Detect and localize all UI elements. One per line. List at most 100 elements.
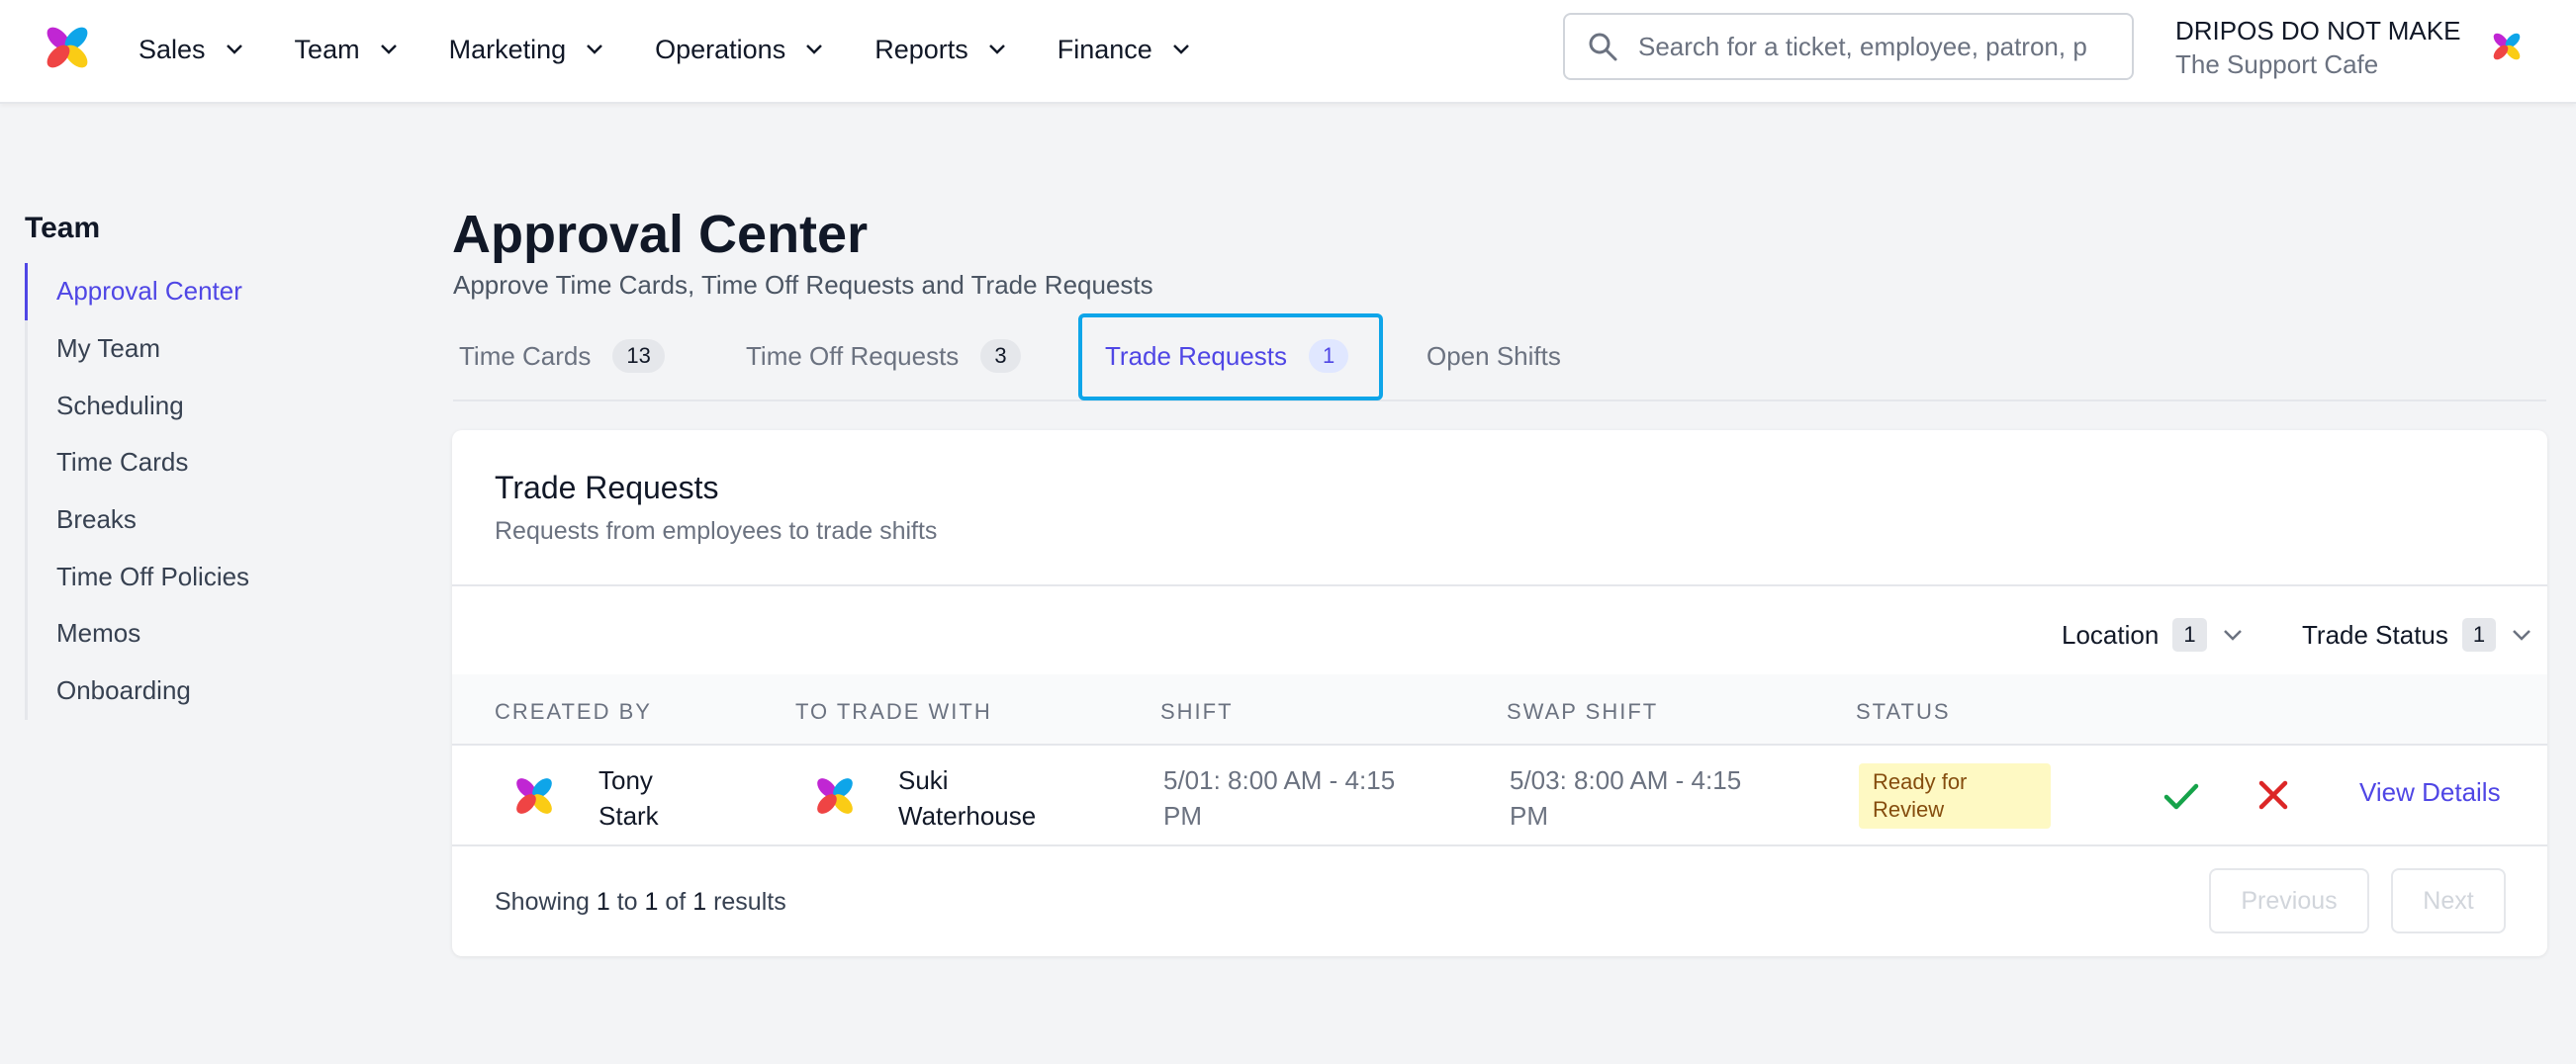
tab-label: Time Cards	[459, 340, 592, 371]
sidebar-list: Approval Center My Team Scheduling Time …	[25, 263, 249, 720]
card-footer: Showing 1 to 1 of 1 results Previous Nex…	[452, 846, 2547, 956]
table-header: CREATED BY TO TRADE WITH SHIFT SWAP SHIF…	[452, 674, 2547, 746]
business-name: DRIPOS DO NOT MAKE	[2175, 16, 2461, 45]
tab-count-badge: 3	[980, 339, 1021, 373]
nav-label: Reports	[874, 34, 968, 64]
showing-prefix: Showing	[495, 888, 590, 916]
sidebar-item-approval-center[interactable]: Approval Center	[25, 263, 249, 320]
swap-shift-line: PM	[1510, 801, 1548, 831]
filter-label: Trade Status	[2302, 619, 2448, 650]
range-to: 1	[644, 888, 659, 916]
trade-status-filter[interactable]: Trade Status 1	[2302, 618, 2531, 652]
location-filter[interactable]: Location 1	[2062, 618, 2243, 652]
filter-bar: Location 1 Trade Status 1	[452, 586, 2547, 685]
sidebar-item-breaks[interactable]: Breaks	[25, 491, 249, 549]
total-results: 1	[692, 888, 707, 916]
page-subtitle: Approve Time Cards, Time Off Requests an…	[453, 270, 1153, 300]
sidebar-item-time-off-policies[interactable]: Time Off Policies	[25, 548, 249, 605]
column-header-status: STATUS	[1856, 699, 1951, 724]
tab-time-cards[interactable]: Time Cards 13	[459, 312, 665, 399]
global-search[interactable]	[1563, 13, 2134, 80]
column-header-shift: SHIFT	[1160, 699, 1234, 724]
tab-label: Time Off Requests	[746, 340, 960, 371]
tab-time-off-requests[interactable]: Time Off Requests 3	[746, 312, 1021, 399]
view-details-link[interactable]: View Details	[2359, 777, 2501, 808]
chevron-down-icon	[587, 44, 603, 54]
employee-avatar-icon	[516, 778, 552, 814]
last-name: Stark	[598, 801, 659, 831]
results-word: results	[713, 888, 786, 916]
last-name: Waterhouse	[898, 801, 1037, 831]
filter-count-badge: 1	[2172, 618, 2207, 652]
nav-operations[interactable]: Operations	[655, 35, 823, 65]
sidebar-item-memos[interactable]: Memos	[25, 605, 249, 663]
approve-check-icon[interactable]	[2162, 776, 2201, 816]
approval-tabs: Time Cards 13 Time Off Requests 3 Trade …	[453, 312, 2546, 401]
nav-finance[interactable]: Finance	[1058, 35, 1190, 65]
filter-label: Location	[2062, 619, 2160, 650]
column-header-swap-shift: SWAP SHIFT	[1507, 699, 1659, 724]
range-from: 1	[596, 888, 610, 916]
swap-shift-time: 5/03: 8:00 AM - 4:15 PM	[1510, 762, 1741, 834]
table-row: Tony Stark Suki Waterhouse 5/01: 8:00 AM…	[452, 746, 2547, 846]
nav-marketing[interactable]: Marketing	[449, 35, 604, 65]
nav-sales[interactable]: Sales	[138, 35, 243, 65]
column-header-created-by: CREATED BY	[495, 699, 652, 724]
nav-label: Marketing	[448, 34, 567, 64]
tab-label: Open Shifts	[1426, 340, 1561, 371]
filter-count-badge: 1	[2461, 618, 2497, 652]
shift-line: 5/01: 8:00 AM - 4:15	[1163, 765, 1396, 795]
sidebar-item-time-cards[interactable]: Time Cards	[25, 434, 249, 491]
chevron-down-icon	[2223, 630, 2242, 641]
location-name: The Support Cafe	[2175, 49, 2379, 79]
column-header-to-trade-with: TO TRADE WITH	[795, 699, 992, 724]
nav-label: Operations	[655, 34, 786, 64]
nav-reports[interactable]: Reports	[874, 35, 1006, 65]
chevron-down-icon	[380, 44, 397, 54]
nav-label: Team	[294, 34, 360, 64]
search-icon	[1589, 33, 1617, 61]
user-avatar-icon[interactable]	[2487, 27, 2527, 66]
card-header: Trade Requests Requests from employees t…	[452, 430, 2547, 586]
sidebar-item-my-team[interactable]: My Team	[25, 320, 249, 378]
page-title: Approval Center	[452, 205, 869, 264]
search-input[interactable]	[1638, 31, 2113, 62]
next-page-button[interactable]: Next	[2391, 868, 2506, 933]
first-name: Tony	[598, 765, 653, 795]
status-badge: Ready for Review	[1859, 763, 2051, 829]
status-line: Ready for	[1873, 769, 1968, 794]
sidebar-title: Team	[25, 212, 101, 244]
sidebar-item-onboarding[interactable]: Onboarding	[25, 663, 249, 720]
trade-with-name: Suki Waterhouse	[898, 762, 1036, 834]
card-title: Trade Requests	[495, 470, 719, 505]
chevron-down-icon	[988, 44, 1005, 54]
main-nav: Sales Team Marketing Operations Reports …	[138, 0, 1242, 99]
reject-x-icon[interactable]	[2254, 776, 2292, 814]
sidebar-item-scheduling[interactable]: Scheduling	[25, 377, 249, 434]
chevron-down-icon	[1172, 44, 1189, 54]
card-subtitle: Requests from employees to trade shifts	[495, 517, 938, 545]
account-switcher[interactable]: DRIPOS DO NOT MAKE The Support Cafe	[2175, 14, 2460, 81]
to-word: to	[616, 888, 638, 916]
employee-avatar-icon	[817, 778, 853, 814]
pagination-summary: Showing 1 to 1 of 1 results	[495, 888, 786, 917]
dripos-logo-icon[interactable]	[37, 17, 98, 78]
first-name: Suki	[898, 765, 949, 795]
shift-line: PM	[1163, 801, 1202, 831]
nav-label: Finance	[1057, 34, 1152, 64]
swap-shift-line: 5/03: 8:00 AM - 4:15	[1510, 765, 1742, 795]
shift-time: 5/01: 8:00 AM - 4:15 PM	[1163, 762, 1395, 834]
chevron-down-icon	[806, 44, 823, 54]
chevron-down-icon	[2513, 630, 2531, 641]
tab-open-shifts[interactable]: Open Shifts	[1426, 312, 1561, 399]
tab-count-badge: 13	[612, 339, 665, 373]
chevron-down-icon	[226, 44, 242, 54]
nav-team[interactable]: Team	[295, 35, 398, 65]
of-word: of	[665, 888, 687, 916]
tab-focus-ring	[1078, 313, 1383, 400]
trade-requests-card: Trade Requests Requests from employees t…	[452, 430, 2547, 956]
previous-page-button[interactable]: Previous	[2209, 868, 2369, 933]
nav-label: Sales	[138, 34, 206, 64]
created-by-name: Tony Stark	[598, 762, 659, 834]
status-line: Review	[1873, 797, 1945, 822]
